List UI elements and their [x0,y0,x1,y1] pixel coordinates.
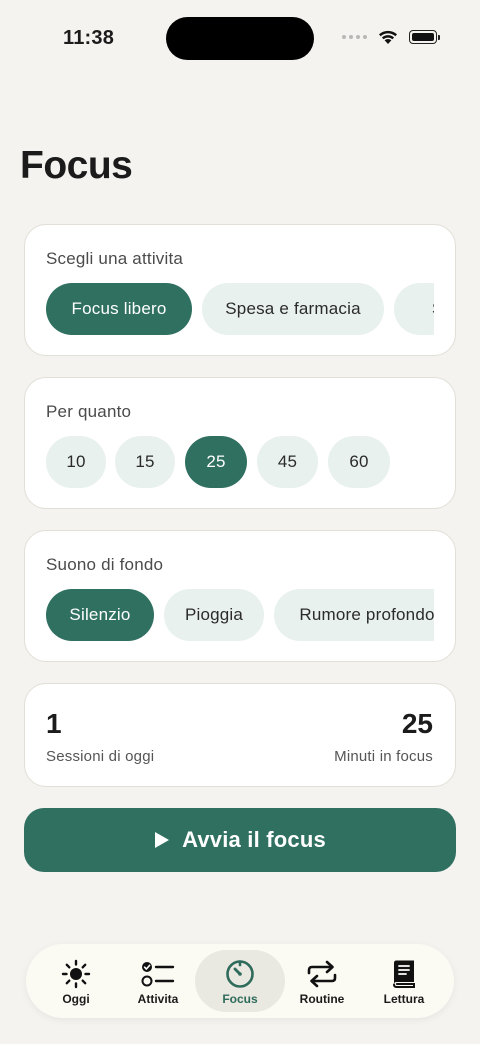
activity-chip-scrivere[interactable]: Scrivere [394,283,434,335]
activity-label: Scegli una attivita [46,249,184,268]
stats-card: 1 Sessioni di oggi 25 Minuti in focus [24,683,456,787]
duration-chip-45[interactable]: 45 [257,436,318,488]
tab-routine[interactable]: Routine [277,950,367,1012]
duration-chip-25[interactable]: 25 [185,436,247,488]
sound-label: Suono di fondo [46,555,164,574]
tab-lettura[interactable]: Lettura [359,950,449,1012]
tab-bar: Oggi Attivita Focus Routine Lettura [26,944,454,1018]
sound-chip-row[interactable]: Silenzio Pioggia Rumore profondo [46,589,434,641]
tab-label-oggi: Oggi [62,992,90,1006]
duration-chip-15[interactable]: 15 [115,436,175,488]
sound-card: Suono di fondo Silenzio Pioggia Rumore p… [24,530,456,662]
focus-minutes: 25 [401,708,433,739]
focus-minutes-label: Minuti in focus [334,748,433,765]
duration-label: Per quanto [46,402,132,421]
sound-chip-pioggia[interactable]: Pioggia [164,589,264,641]
cellular-signal-icon [342,35,367,39]
wifi-icon [379,30,397,44]
timer-icon [226,960,254,988]
duration-chip-10[interactable]: 10 [46,436,106,488]
status-time: 11:38 [63,27,115,49]
dynamic-island [166,17,314,60]
duration-card: Per quanto 10 15 25 45 60 [24,377,456,509]
tab-focus[interactable]: Focus [195,950,285,1012]
book-icon [393,960,415,988]
tab-label-attivita: Attivita [137,992,179,1006]
battery-icon [409,30,437,44]
duration-chip-60[interactable]: 60 [328,436,390,488]
activity-chip-row[interactable]: Focus libero Spesa e farmacia Scrivere [46,283,434,335]
start-focus-button[interactable]: Avvia il focus [24,808,456,872]
activity-chip-focus-libero[interactable]: Focus libero [46,283,192,335]
sun-icon [61,959,91,989]
status-indicators [342,29,440,45]
tab-label-lettura: Lettura [383,992,425,1006]
sessions-count: 1 [46,708,62,739]
page-title: Focus [20,144,133,187]
sessions-label: Sessioni di oggi [46,748,155,765]
start-focus-label: Avvia il focus [182,827,326,852]
tab-oggi[interactable]: Oggi [31,950,121,1012]
tab-label-focus: Focus [222,992,258,1006]
play-icon [155,832,170,848]
tab-label-routine: Routine [299,992,345,1006]
activity-chip-spesa-e-farmacia[interactable]: Spesa e farmacia [202,283,384,335]
duration-chip-row: 10 15 25 45 60 [46,436,434,488]
tab-attivita[interactable]: Attivita [113,950,203,1012]
checklist-icon [141,962,175,987]
repeat-icon [307,960,337,988]
activity-card: Scegli una attivita Focus libero Spesa e… [24,224,456,356]
sound-chip-rumore-profondo[interactable]: Rumore profondo [274,589,434,641]
sound-chip-silenzio[interactable]: Silenzio [46,589,154,641]
